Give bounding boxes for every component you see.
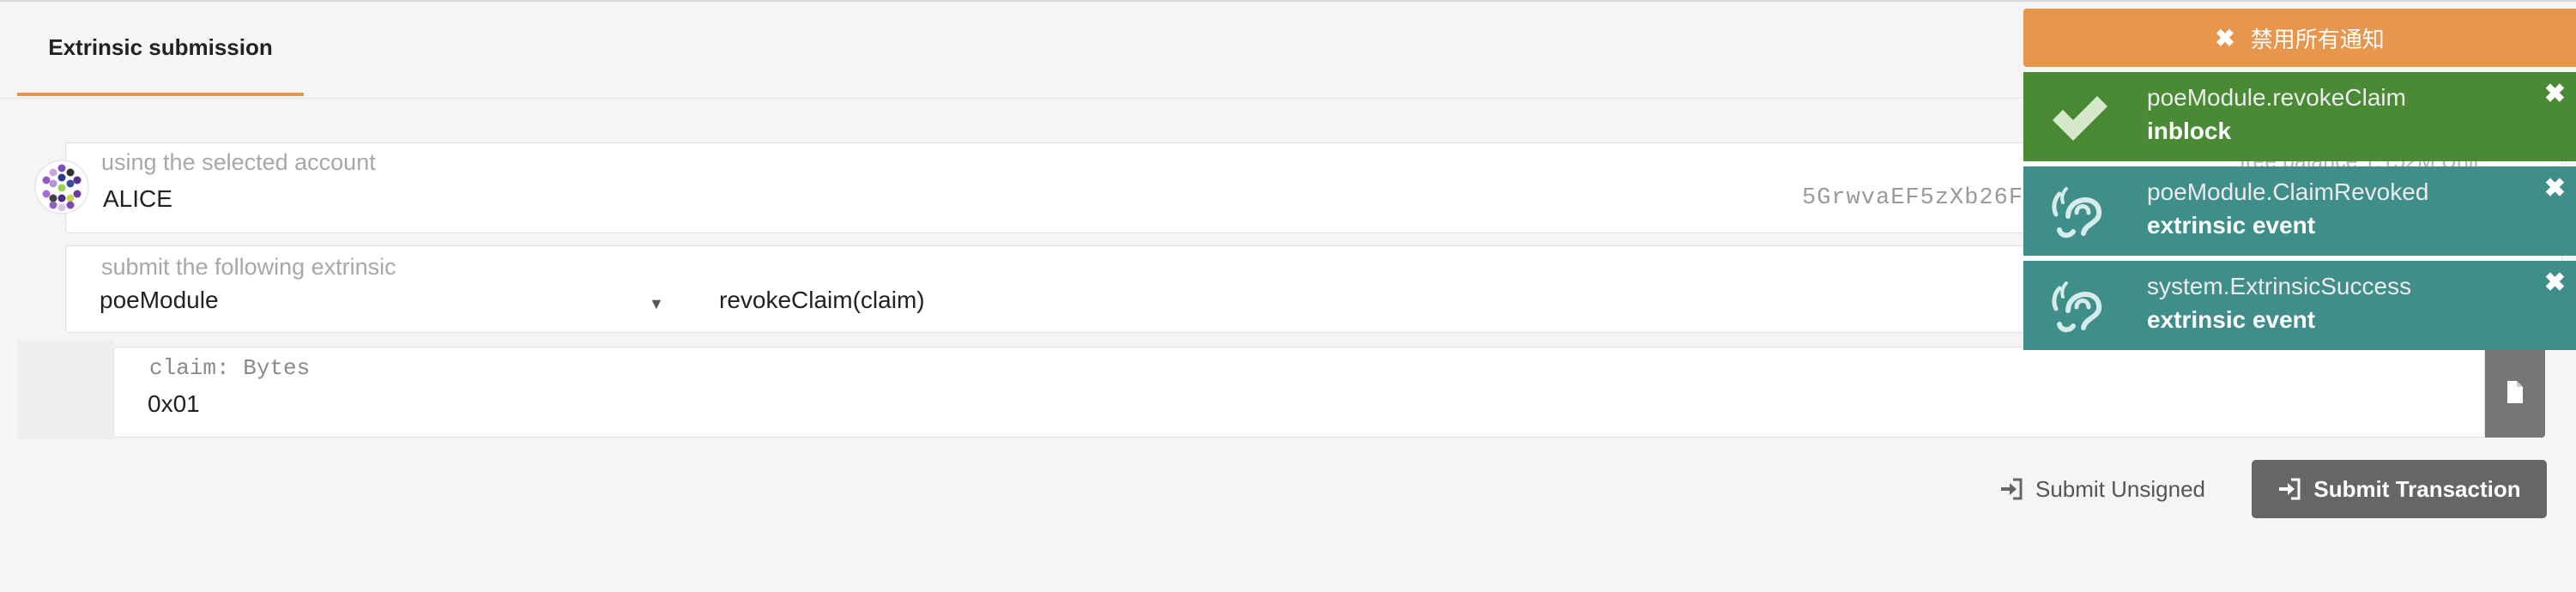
dismiss-all-label: 禁用所有通知 (2250, 26, 2385, 52)
close-icon: ✖ (2215, 24, 2235, 51)
account-address: 5GrwvaEF5zXb26F (1802, 185, 2024, 211)
claim-input[interactable] (113, 347, 2485, 438)
notification-title: system.ExtrinsicSuccess (2147, 273, 2412, 299)
claim-param-label: claim: Bytes (149, 355, 311, 381)
extrinsic-label: submit the following extrinsic (101, 254, 396, 280)
identicon-avatar (34, 160, 89, 214)
account-label: using the selected account (101, 149, 376, 175)
submit-transaction-label: Submit Transaction (2313, 475, 2521, 502)
hearing-icon (2052, 281, 2102, 333)
notification-status: extrinsic event (2147, 212, 2316, 239)
section-chevron-down-icon[interactable]: ▼ (649, 295, 664, 313)
dismiss-all-notifications-button[interactable]: ✖ 禁用所有通知 (2023, 9, 2576, 67)
file-upload-button[interactable] (2485, 347, 2545, 438)
tab-extrinsic-submission[interactable]: Extrinsic submission (17, 2, 304, 96)
notification-title: poeModule.ClaimRevoked (2147, 178, 2429, 205)
section-dropdown[interactable]: poeModule (100, 287, 219, 314)
sign-in-icon (2001, 478, 2023, 500)
submit-unsigned-label: Submit Unsigned (2035, 475, 2205, 502)
notification-status: extrinsic event (2147, 306, 2316, 333)
notification-toast: poeModule.revokeClaim inblock ✖ (2023, 72, 2576, 161)
notification-toast: system.ExtrinsicSuccess extrinsic event … (2023, 261, 2576, 350)
close-icon[interactable]: ✖ (2544, 79, 2566, 109)
close-icon[interactable]: ✖ (2544, 173, 2566, 203)
close-icon[interactable]: ✖ (2544, 268, 2566, 298)
param-indent (17, 340, 113, 439)
notification-toast: poeModule.ClaimRevoked extrinsic event ✖ (2023, 166, 2576, 256)
method-dropdown[interactable]: revokeClaim(claim) (719, 287, 925, 314)
sign-in-icon (2279, 478, 2301, 500)
check-icon (2053, 96, 2107, 141)
claim-param-value[interactable]: 0x01 (148, 390, 200, 418)
account-name: ALICE (103, 185, 172, 212)
submit-unsigned-button[interactable]: Submit Unsigned (1999, 470, 2205, 508)
notification-status: inblock (2147, 118, 2232, 144)
hearing-icon (2052, 187, 2102, 239)
notification-title: poeModule.revokeClaim (2147, 84, 2406, 111)
file-icon (2507, 381, 2523, 403)
submit-transaction-button[interactable]: Submit Transaction (2252, 460, 2547, 518)
